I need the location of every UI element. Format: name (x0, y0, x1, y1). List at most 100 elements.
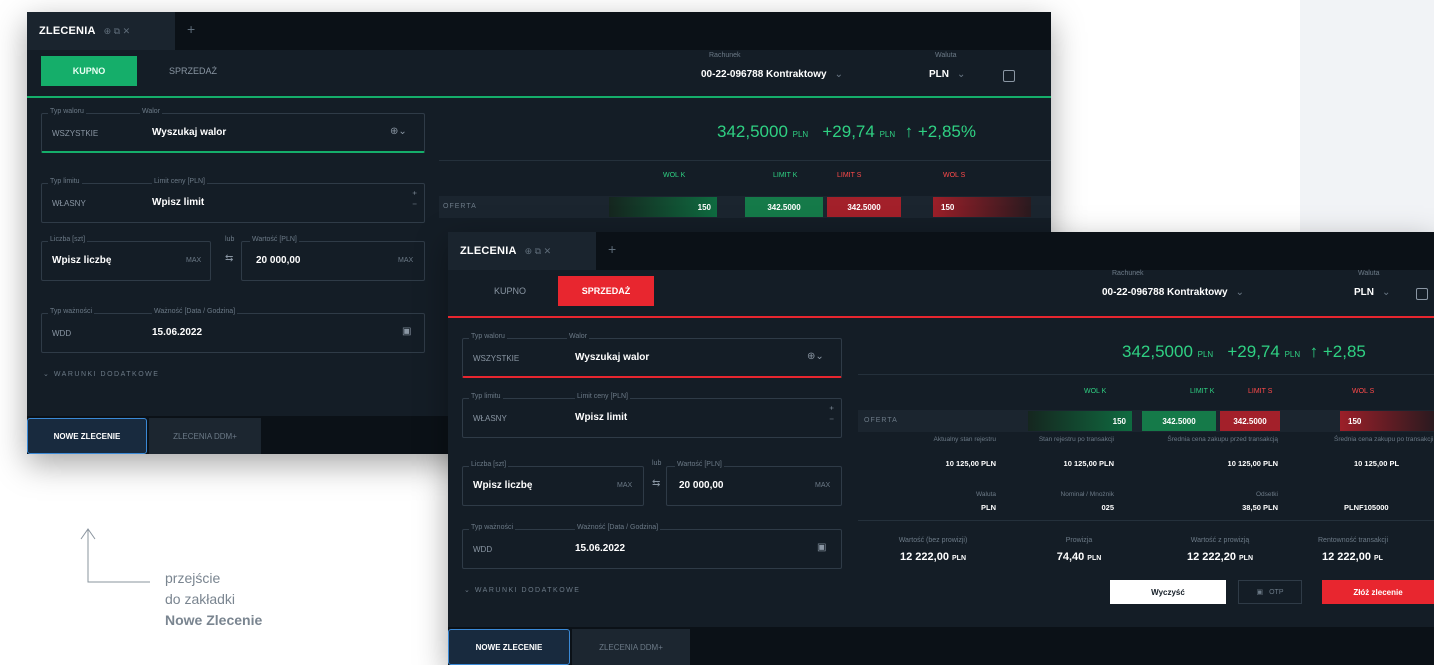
document-icon[interactable] (1416, 288, 1428, 300)
new-order-button[interactable]: NOWE ZLECENIE (27, 418, 147, 454)
amount-label: Wartość [PLN] (250, 236, 299, 243)
buy-button[interactable]: KUPNO (462, 276, 558, 306)
info-value: PLN (981, 503, 996, 512)
account-label: Rachunek (1112, 270, 1144, 277)
sell-button[interactable]: SPRZEDAŻ (145, 56, 241, 86)
sum-gross-label: Wartość z prowizją (1190, 537, 1250, 544)
quantity-field[interactable]: Liczba [szt] Wpisz liczbę MAX (462, 461, 644, 506)
amount-field[interactable]: Wartość [PLN] 20 000,00 MAX (241, 236, 425, 281)
change-value: +29,74 (822, 122, 875, 141)
arrow-up-icon (80, 528, 150, 583)
submit-order-button[interactable]: Złóż zlecenie (1322, 580, 1434, 604)
divider (439, 160, 1051, 161)
tab-orders[interactable]: ZLECENIA ⊕ ⧉ ✕ (27, 12, 175, 50)
security-search[interactable]: Wyszukaj walor (152, 127, 226, 138)
tab-bar: ZLECENIA ⊕ ⧉ ✕ + (27, 12, 1051, 50)
sum-unit: PLN (1087, 555, 1102, 562)
price-line: 342,5000 PLN +29,74 PLN ↑ +2,85% (717, 122, 976, 142)
buy-button[interactable]: KUPNO (41, 56, 137, 86)
currency-select[interactable]: PLN ⌄ (1354, 287, 1390, 298)
quantity-field[interactable]: Liczba [szt] Wpisz liczbę MAX (41, 236, 211, 281)
limit-buy-cell[interactable]: 342.5000 (1142, 411, 1216, 431)
vol-sell-cell[interactable]: 150 (1340, 411, 1434, 431)
limit-price-input[interactable]: Wpisz limit (575, 412, 627, 423)
amount-field[interactable]: Wartość [PLN] 20 000,00 MAX (666, 461, 842, 506)
col-vol-buy: WOL K (663, 172, 686, 179)
limit-type-value[interactable]: WŁASNY (52, 199, 86, 208)
max-button[interactable]: MAX (186, 257, 201, 264)
plus-icon[interactable]: + (608, 241, 616, 257)
footer-bar: NOWE ZLECENIE ZLECENIA DDM+ (448, 627, 1434, 665)
document-icon[interactable] (1003, 70, 1015, 82)
account-select[interactable]: 00-22-096788 Kontraktowy ⌄ (701, 69, 843, 80)
change-unit: PLN (1284, 350, 1301, 359)
sell-button[interactable]: SPRZEDAŻ (558, 276, 654, 306)
validity-type-label: Typ ważności (469, 524, 516, 531)
tab-controls-icon[interactable]: ⊕ ⧉ ✕ (104, 26, 131, 37)
sum-profit: 12 222,00 PL (1322, 551, 1434, 563)
calendar-icon[interactable]: ▣ (402, 326, 411, 337)
security-type-label: Typ waloru (469, 333, 507, 340)
limit-type-label: Typ limitu (469, 393, 503, 400)
max-button[interactable]: MAX (398, 257, 413, 264)
validity-input[interactable]: 15.06.2022 (575, 543, 625, 554)
security-search[interactable]: Wyszukaj walor (575, 352, 649, 363)
vol-buy-cell[interactable]: 150 (1028, 411, 1132, 431)
amount-input[interactable]: 20 000,00 (256, 255, 301, 266)
max-button[interactable]: MAX (617, 482, 632, 489)
account-label: Rachunek (709, 52, 741, 59)
conditions-toggle[interactable]: ⌄ WARUNKI DODATKOWE (43, 370, 159, 378)
globe-icon[interactable]: ⊕⌄ (390, 126, 407, 137)
price-value: 342,5000 (1122, 342, 1193, 361)
offer-row: OFERTA 150 342.5000 342.5000 150 (439, 196, 1051, 218)
new-order-button[interactable]: NOWE ZLECENIE (448, 629, 570, 665)
stepper-icon[interactable]: ⁺ ⁻ (829, 405, 834, 427)
swap-icon[interactable]: ⇆ (652, 478, 660, 489)
validity-type-value[interactable]: WDD (473, 545, 492, 554)
limit-price-input[interactable]: Wpisz limit (152, 197, 204, 208)
change-unit: PLN (879, 130, 896, 139)
orders-ddm-button[interactable]: ZLECENIA DDM+ (149, 418, 261, 454)
caption-line-3: Nowe Zlecenie (165, 612, 263, 628)
swap-icon[interactable]: ⇆ (225, 253, 233, 264)
tab-title: ZLECENIA (460, 245, 517, 257)
validity-input[interactable]: 15.06.2022 (152, 327, 202, 338)
conditions-toggle[interactable]: ⌄ WARUNKI DODATKOWE (464, 586, 580, 594)
account-value: 00-22-096788 Kontraktowy (1102, 287, 1228, 298)
limit-buy-cell[interactable]: 342.5000 (745, 197, 823, 217)
calendar-icon[interactable]: ▣ (817, 542, 826, 553)
chevron-down-icon: ⌄ (834, 69, 844, 80)
security-type-value[interactable]: WSZYSTKIE (52, 129, 98, 138)
limit-type-value[interactable]: WŁASNY (473, 414, 507, 423)
security-type-value[interactable]: WSZYSTKIE (473, 354, 519, 363)
currency-select[interactable]: PLN ⌄ (929, 69, 965, 80)
otp-toggle[interactable]: ▣ OTP (1238, 580, 1302, 604)
quantity-label: Liczba [szt] (469, 461, 509, 468)
security-field[interactable]: Typ waloru Walor WSZYSTKIE Wyszukaj walo… (41, 108, 425, 153)
validity-field[interactable]: Typ ważności Ważność [Data / Godzina] WD… (41, 308, 425, 353)
tab-controls-icon[interactable]: ⊕ ⧉ ✕ (525, 246, 552, 257)
vol-buy-cell[interactable]: 150 (609, 197, 717, 217)
validity-type-value[interactable]: WDD (52, 329, 71, 338)
account-select[interactable]: 00-22-096788 Kontraktowy ⌄ (1102, 287, 1244, 298)
tab-orders[interactable]: ZLECENIA ⊕ ⧉ ✕ (448, 232, 596, 270)
order-window-sell: ZLECENIA ⊕ ⧉ ✕ + KUPNO SPRZEDAŻ Rachunek… (448, 232, 1434, 665)
clear-button[interactable]: Wyczyść (1110, 580, 1226, 604)
limit-field[interactable]: Typ limitu Limit ceny [PLN] WŁASNY Wpisz… (462, 393, 842, 438)
security-field[interactable]: Typ waloru Walor WSZYSTKIE Wyszukaj walo… (462, 333, 842, 378)
vol-sell-cell[interactable]: 150 (933, 197, 1031, 217)
limit-field[interactable]: Typ limitu Limit ceny [PLN] WŁASNY Wpisz… (41, 178, 425, 223)
quantity-input[interactable]: Wpisz liczbę (52, 255, 111, 266)
quantity-input[interactable]: Wpisz liczbę (473, 480, 532, 491)
plus-icon[interactable]: + (187, 21, 195, 37)
orders-ddm-button[interactable]: ZLECENIA DDM+ (572, 629, 690, 665)
limit-sell-cell[interactable]: 342.5000 (1220, 411, 1280, 431)
stepper-icon[interactable]: ⁺ ⁻ (412, 190, 417, 212)
max-button[interactable]: MAX (815, 482, 830, 489)
tab-bar: ZLECENIA ⊕ ⧉ ✕ + (448, 232, 1434, 270)
limit-sell-cell[interactable]: 342.5000 (827, 197, 901, 217)
globe-icon[interactable]: ⊕⌄ (807, 351, 824, 362)
amount-input[interactable]: 20 000,00 (679, 480, 724, 491)
col-limit-sell: LIMIT S (837, 172, 862, 179)
validity-field[interactable]: Typ ważności Ważność [Data / Godzina] WD… (462, 524, 842, 569)
